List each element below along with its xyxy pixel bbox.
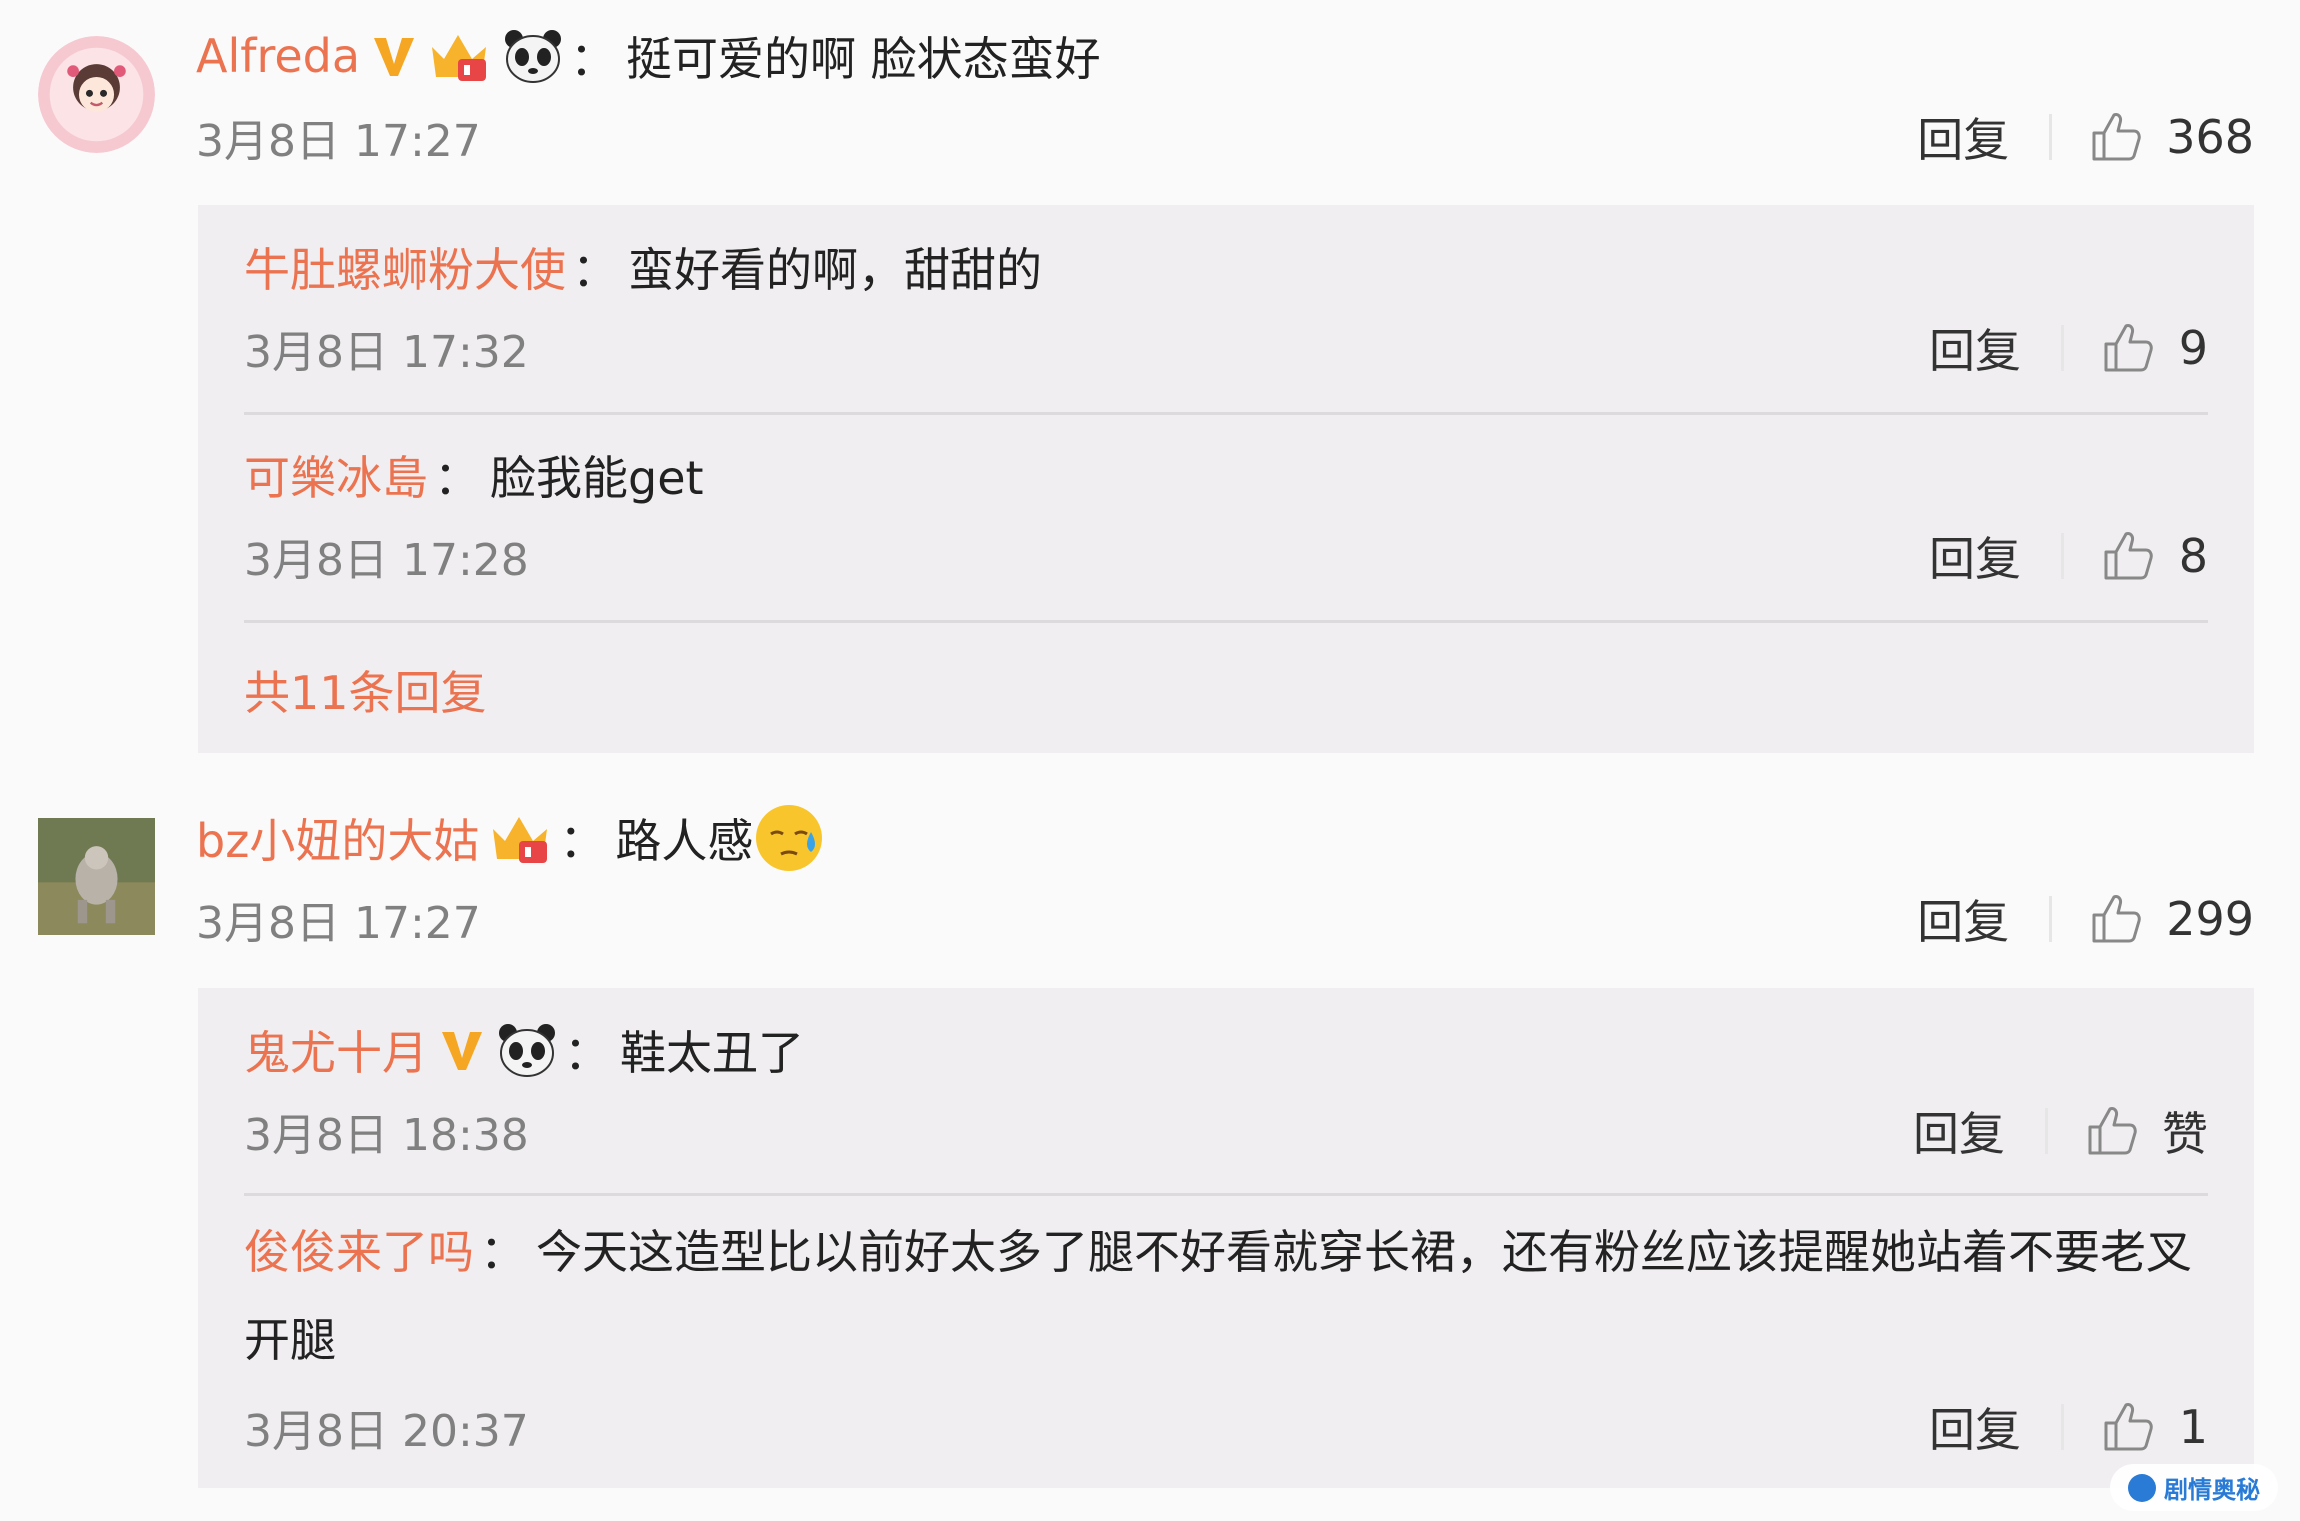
comment-actions: 回复 299 xyxy=(1917,881,2254,957)
timestamp: 3月8日 17:28 xyxy=(244,535,529,586)
reply-actions: 回复 8 xyxy=(1929,518,2208,594)
colon-separator: ： xyxy=(564,1026,610,1080)
verified-v-icon xyxy=(438,1026,486,1074)
avatar[interactable] xyxy=(38,36,155,153)
reply-button[interactable]: 回复 xyxy=(1929,523,2021,589)
timestamp: 3月8日 17:32 xyxy=(244,327,529,378)
reply-meta: 3月8日 17:32 回复 9 xyxy=(244,310,2208,386)
thumbs-up-icon[interactable] xyxy=(2088,109,2144,165)
comment-meta: 3月8日 17:27 回复 368 xyxy=(196,99,2254,175)
thumbs-up-icon[interactable] xyxy=(2088,891,2144,947)
panda-emoji-icon xyxy=(496,1021,558,1079)
username-link[interactable]: 俊俊来了吗 xyxy=(244,1225,474,1279)
comment-meta: 3月8日 17:27 回复 299 xyxy=(196,881,2254,957)
reply-meta: 3月8日 17:28 回复 8 xyxy=(244,518,2208,594)
colon-separator: ： xyxy=(570,32,617,86)
reply-button[interactable]: 回复 xyxy=(1913,1098,2005,1164)
crown-badge-icon xyxy=(428,29,492,83)
action-divider xyxy=(2061,325,2064,371)
action-divider xyxy=(2061,1404,2064,1450)
reply-actions: 回复 赞 xyxy=(1913,1093,2208,1169)
username-link[interactable]: 鬼尤十月 xyxy=(244,1017,428,1083)
username-link[interactable]: bz小妞的大姑 xyxy=(196,805,479,871)
sweat-emoji-icon xyxy=(753,802,825,874)
like-button-label[interactable]: 赞 xyxy=(2162,1098,2208,1164)
reply-item: 俊俊来了吗：今天这造型比以前好太多了腿不好看就穿长裙，还有粉丝应该提醒她站着不要… xyxy=(244,1196,2208,1465)
verified-v-icon xyxy=(370,32,418,80)
thumbs-up-icon[interactable] xyxy=(2084,1103,2140,1159)
reply-text: 鞋太丑了 xyxy=(620,1026,804,1080)
reply-button[interactable]: 回复 xyxy=(1917,104,2009,170)
like-count: 1 xyxy=(2178,1400,2208,1454)
like-count: 8 xyxy=(2178,529,2208,583)
watermark: 剧情奥秘 xyxy=(2110,1464,2278,1511)
like-count: 368 xyxy=(2166,110,2254,164)
reply-line: 俊俊来了吗：今天这造型比以前好太多了腿不好看就穿长裙，还有粉丝应该提醒她站着不要… xyxy=(244,1208,2208,1384)
reply-actions: 回复 9 xyxy=(1929,310,2208,386)
reply-item: 鬼尤十月 ： 鞋太丑了 3月8日 18:38 回复 赞 xyxy=(244,988,2208,1196)
reply-text: 蛮好看的啊，甜甜的 xyxy=(628,243,1042,297)
timestamp: 3月8日 17:27 xyxy=(196,116,481,167)
comment-text: 路人感 xyxy=(615,814,754,868)
action-divider xyxy=(2049,896,2053,942)
comment-text: 挺可爱的啊 脸状态蛮好 xyxy=(626,32,1101,86)
panda-emoji-icon xyxy=(502,27,564,85)
action-divider xyxy=(2049,114,2053,160)
reply-actions: 回复 1 xyxy=(1929,1389,2208,1465)
comment-actions: 回复 368 xyxy=(1917,99,2254,175)
timestamp: 3月8日 18:38 xyxy=(244,1110,529,1161)
colon-separator: ： xyxy=(559,814,606,868)
reply-button[interactable]: 回复 xyxy=(1929,1394,2021,1460)
reply-text: 今天这造型比以前好太多了腿不好看就穿长裙，还有粉丝应该提醒她站着不要老叉开腿 xyxy=(244,1225,2192,1367)
comment-list: Alfreda ： 挺可爱的啊 脸状态蛮好 3月8日 17:27 回复 368 … xyxy=(0,0,2300,1521)
more-replies-link[interactable]: 共11条回复 xyxy=(244,623,2208,757)
timestamp: 3月8日 17:27 xyxy=(196,898,481,949)
reply-meta: 3月8日 20:37 回复 1 xyxy=(244,1389,2208,1465)
action-divider xyxy=(2061,533,2064,579)
colon-separator: ： xyxy=(480,1225,526,1279)
like-count: 299 xyxy=(2166,892,2254,946)
reply-item: 可樂冰島 ： 脸我能get 3月8日 17:28 回复 8 xyxy=(244,415,2208,623)
reply-item: 牛肚螺蛳粉大使 ： 蛮好看的啊，甜甜的 3月8日 17:32 回复 9 xyxy=(244,205,2208,415)
reply-text: 脸我能get xyxy=(490,451,704,505)
watermark-text: 剧情奥秘 xyxy=(2164,1476,2260,1504)
timestamp: 3月8日 20:37 xyxy=(244,1406,529,1457)
watermark-logo-icon xyxy=(2128,1473,2156,1502)
comment-line: Alfreda ： 挺可爱的啊 脸状态蛮好 xyxy=(196,18,2254,94)
thumbs-up-icon[interactable] xyxy=(2100,528,2156,584)
reply-panel: 鬼尤十月 ： 鞋太丑了 3月8日 18:38 回复 赞 俊俊来了吗 ： 今天这造… xyxy=(198,988,2254,1488)
thumbs-up-icon[interactable] xyxy=(2100,320,2156,376)
colon-separator: ： xyxy=(434,451,480,505)
thumbs-up-icon[interactable] xyxy=(2100,1399,2156,1455)
reply-meta: 3月8日 18:38 回复 赞 xyxy=(244,1093,2208,1169)
username-link[interactable]: 牛肚螺蛳粉大使 xyxy=(244,234,566,300)
username-link[interactable]: 可樂冰島 xyxy=(244,442,428,508)
avatar[interactable] xyxy=(38,818,155,935)
reply-panel: 牛肚螺蛳粉大使 ： 蛮好看的啊，甜甜的 3月8日 17:32 回复 9 可樂冰島 xyxy=(198,205,2254,753)
reply-button[interactable]: 回复 xyxy=(1917,886,2009,952)
comment-line: bz小妞的大姑 ： 路人感 xyxy=(196,800,2254,876)
action-divider xyxy=(2045,1108,2048,1154)
colon-separator: ： xyxy=(572,243,618,297)
crown-badge-icon xyxy=(489,811,553,865)
username-link[interactable]: Alfreda xyxy=(196,29,360,83)
like-count: 9 xyxy=(2178,321,2208,375)
reply-button[interactable]: 回复 xyxy=(1929,315,2021,381)
